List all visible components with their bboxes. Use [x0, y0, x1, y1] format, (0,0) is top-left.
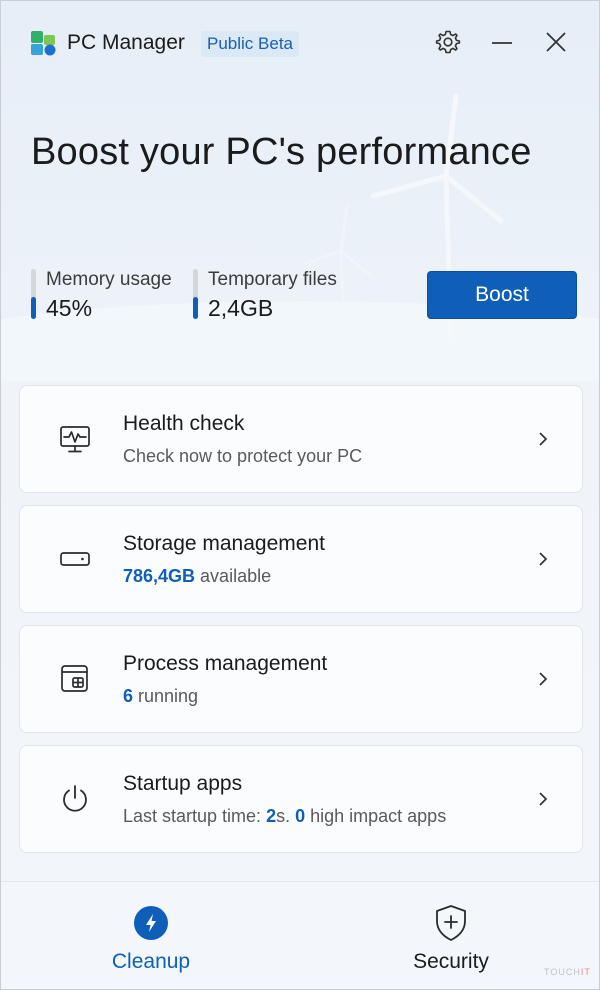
process-management-subtitle: 6 running: [123, 686, 198, 707]
gear-icon: [435, 30, 461, 54]
health-check-subtitle: Check now to protect your PC: [123, 446, 363, 466]
startup-time-prefix: Last startup time:: [123, 806, 267, 826]
chevron-right-icon: [539, 792, 548, 806]
title-bar: PC Manager Public Beta: [1, 1, 599, 85]
shield-plus-icon: [433, 904, 469, 942]
chevron-right-icon: [539, 552, 548, 566]
app-title: PC Manager: [67, 31, 185, 54]
minimize-icon: [492, 42, 512, 44]
storage-management-card[interactable]: Storage management 786,4GB available: [19, 505, 583, 613]
chevron-right-icon: [539, 672, 548, 686]
high-impact-text: high impact apps: [305, 806, 447, 826]
memory-usage-meter: [31, 269, 36, 319]
memory-usage-value: 45%: [46, 295, 93, 321]
touchit-watermark: TOUCHIT: [544, 967, 591, 977]
settings-button[interactable]: [433, 27, 463, 57]
storage-available-value: 786,4GB: [123, 566, 196, 586]
storage-drive-icon: [58, 542, 92, 576]
nav-security-tab[interactable]: Security: [351, 882, 551, 989]
power-icon: [58, 782, 92, 816]
page-title: Boost your PC's performance: [31, 131, 532, 173]
startup-apps-title: Startup apps: [123, 772, 243, 795]
pc-manager-window: PC Manager Public Beta Boost your PC's p…: [0, 0, 600, 990]
nav-cleanup-tab[interactable]: Cleanup: [51, 882, 251, 989]
health-check-card[interactable]: Health check Check now to protect your P…: [19, 385, 583, 493]
temporary-files-meter: [193, 269, 198, 319]
nav-cleanup-label: Cleanup: [111, 950, 191, 973]
startup-apps-card[interactable]: Startup apps Last startup time: 2s. 0 hi…: [19, 745, 583, 853]
storage-management-title: Storage management: [123, 532, 325, 555]
temporary-files-meter-fill: [193, 296, 198, 319]
process-count-text: running: [133, 686, 199, 706]
temporary-files-label: Temporary files: [208, 269, 337, 290]
health-check-title: Health check: [123, 412, 245, 435]
process-window-icon: [58, 662, 92, 696]
temporary-files-value: 2,4GB: [208, 295, 274, 321]
memory-usage-meter-fill: [31, 296, 36, 319]
process-management-card[interactable]: Process management 6 running: [19, 625, 583, 733]
storage-available-text: available: [195, 566, 272, 586]
chevron-right-icon: [539, 432, 548, 446]
boost-button[interactable]: Boost: [427, 271, 577, 319]
close-button[interactable]: [541, 27, 571, 57]
startup-time-unit: s.: [276, 806, 296, 826]
storage-management-subtitle: 786,4GB available: [123, 566, 271, 587]
minimize-button[interactable]: [487, 27, 517, 57]
close-icon: [546, 32, 566, 52]
nav-security-label: Security: [413, 950, 489, 973]
process-management-title: Process management: [123, 652, 328, 675]
process-count-value: 6: [123, 686, 134, 706]
bottom-navigation: Cleanup Security: [1, 881, 599, 989]
memory-usage-label: Memory usage: [46, 269, 172, 290]
public-beta-badge: Public Beta: [201, 31, 299, 57]
startup-apps-subtitle: Last startup time: 2s. 0 high impact app…: [123, 806, 446, 827]
high-impact-count: 0: [295, 806, 306, 826]
startup-time-value: 2: [266, 806, 277, 826]
health-monitor-icon: [58, 422, 92, 456]
pc-manager-logo-icon: [31, 31, 56, 56]
lightning-icon: [133, 904, 169, 942]
